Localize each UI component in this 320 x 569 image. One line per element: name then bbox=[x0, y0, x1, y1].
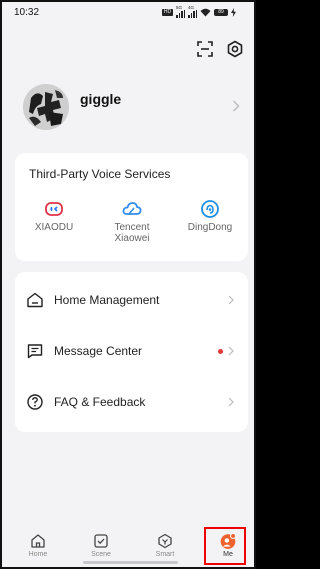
charging-icon bbox=[231, 7, 236, 17]
message-icon bbox=[27, 344, 43, 359]
chevron-right-icon bbox=[228, 346, 234, 356]
bottom-nav: Home Scene Smart Me bbox=[2, 527, 254, 567]
menu-label: Message Center bbox=[54, 344, 143, 358]
menu-item-home-management[interactable]: Home Management bbox=[15, 276, 248, 324]
help-icon bbox=[27, 394, 43, 410]
home-tab-icon bbox=[31, 534, 45, 548]
username: giggle bbox=[80, 91, 122, 107]
unread-dot bbox=[218, 349, 223, 354]
tab-label: Smart bbox=[155, 551, 175, 558]
chevron-right-icon bbox=[228, 295, 234, 305]
tab-home[interactable]: Home bbox=[6, 527, 70, 567]
tencent-xiaowei-icon bbox=[122, 202, 142, 215]
service-xiaodu[interactable]: XIAODU bbox=[19, 198, 89, 233]
menu-card: Home Management Message Center FAQ & Fee bbox=[15, 272, 248, 432]
tab-label: Me bbox=[223, 551, 233, 558]
status-icons: HD 5G 4G 89 bbox=[162, 5, 236, 19]
home-indicator bbox=[83, 561, 178, 564]
xiaodu-icon bbox=[45, 202, 63, 216]
service-label: XIAODU bbox=[34, 222, 74, 233]
tab-label: Scene bbox=[91, 551, 111, 558]
tab-label: Home bbox=[28, 551, 48, 558]
hd-icon: HD bbox=[162, 8, 173, 16]
top-actions bbox=[196, 40, 244, 58]
signal-5g-icon: 5G bbox=[176, 5, 185, 19]
menu-item-message-center[interactable]: Message Center bbox=[15, 327, 248, 375]
tab-me[interactable]: Me bbox=[196, 527, 254, 567]
menu-label: Home Management bbox=[54, 293, 160, 307]
avatar[interactable] bbox=[23, 84, 69, 130]
service-label: DingDong bbox=[187, 222, 233, 233]
menu-label: FAQ & Feedback bbox=[54, 395, 146, 409]
chevron-right-icon[interactable] bbox=[232, 100, 240, 112]
service-label: Tencent Xiaowei bbox=[114, 222, 150, 244]
voice-services-card: Third-Party Voice Services XIAODU Tencen… bbox=[15, 153, 248, 261]
home-icon bbox=[27, 292, 43, 308]
service-dingdong[interactable]: DingDong bbox=[175, 198, 245, 233]
profile-row[interactable]: giggle bbox=[2, 82, 254, 136]
wifi-icon bbox=[200, 8, 211, 16]
menu-item-faq-feedback[interactable]: FAQ & Feedback bbox=[15, 378, 248, 426]
battery-icon: 89 bbox=[214, 8, 228, 16]
service-tencent-xiaowei[interactable]: Tencent Xiaowei bbox=[97, 198, 167, 244]
status-bar: 10:32 HD 5G 4G 89 bbox=[2, 2, 254, 24]
me-tab-icon bbox=[220, 532, 237, 549]
settings-icon[interactable] bbox=[226, 40, 244, 58]
dingdong-icon bbox=[201, 200, 219, 218]
signal-4g-icon: 4G bbox=[188, 5, 197, 19]
scan-icon[interactable] bbox=[196, 40, 214, 58]
chevron-right-icon bbox=[228, 397, 234, 407]
me-screen: 10:32 HD 5G 4G 89 giggle Third-Party Voi… bbox=[0, 0, 256, 569]
scene-tab-icon bbox=[94, 534, 108, 548]
smart-tab-icon bbox=[158, 533, 172, 549]
voice-services-title: Third-Party Voice Services bbox=[29, 167, 171, 181]
status-time: 10:32 bbox=[14, 7, 40, 18]
